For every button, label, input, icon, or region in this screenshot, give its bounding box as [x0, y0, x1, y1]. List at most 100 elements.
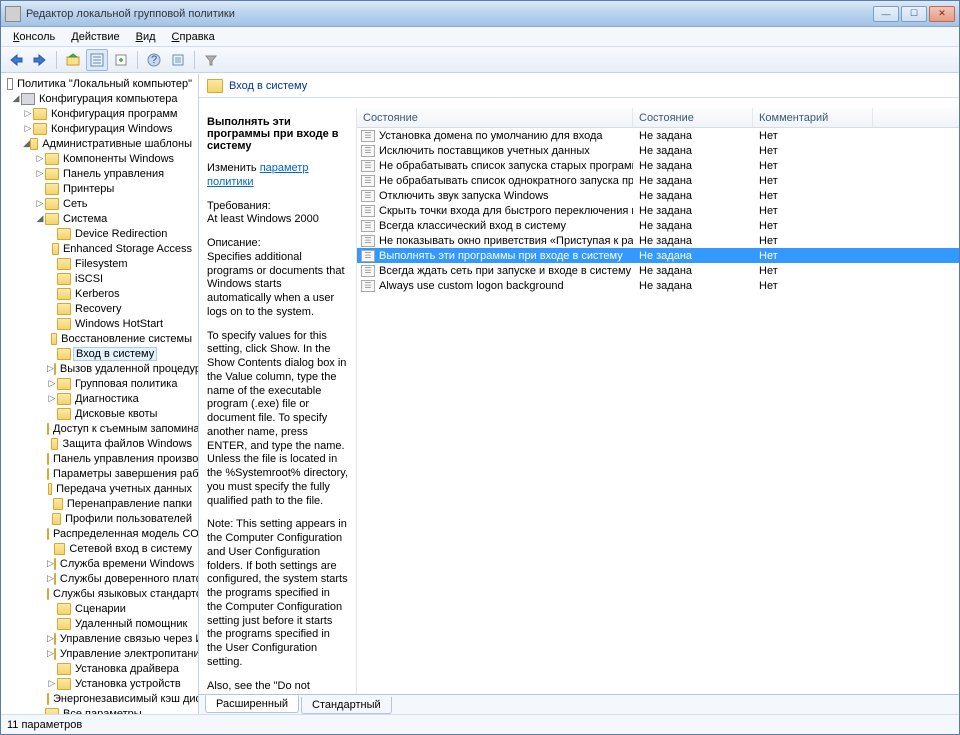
tree-item[interactable]: Установка драйвера — [1, 661, 198, 676]
list-row[interactable]: ☰Не обрабатывать список однократного зап… — [357, 173, 959, 188]
settings-list[interactable]: Состояние Состояние Комментарий ☰Установ… — [357, 108, 959, 694]
list-row[interactable]: ☰Не показывать окно приветствия «Приступ… — [357, 233, 959, 248]
tree-item[interactable]: ▷Служба времени Windows — [1, 556, 198, 571]
setting-icon: ☰ — [361, 220, 375, 232]
tree-item[interactable]: ▷Сеть — [1, 196, 198, 211]
folder-icon — [52, 243, 59, 255]
tab-extended[interactable]: Расширенный — [205, 695, 299, 713]
tree-item[interactable]: Windows HotStart — [1, 316, 198, 331]
tree-admin-templates[interactable]: ◢Административные шаблоны — [1, 136, 198, 151]
tree-item[interactable]: ▷Конфигурация программ — [1, 106, 198, 121]
tree-item[interactable]: Панель управления производительностью — [1, 451, 198, 466]
tree-item[interactable]: Kerberos — [1, 286, 198, 301]
back-button[interactable] — [5, 49, 27, 71]
folder-icon — [47, 423, 49, 435]
tree-item[interactable]: Filesystem — [1, 256, 198, 271]
setting-icon: ☰ — [361, 250, 375, 262]
folder-icon — [45, 213, 59, 225]
folder-icon — [45, 153, 59, 165]
tree-item[interactable]: Recovery — [1, 301, 198, 316]
tree-item[interactable]: ▷Панель управления — [1, 166, 198, 181]
setting-icon: ☰ — [361, 145, 375, 157]
tree-item[interactable]: ▷Диагностика — [1, 391, 198, 406]
export-button[interactable] — [110, 49, 132, 71]
detail-title: Выполнять эти программы при входе в сист… — [207, 116, 348, 152]
folder-icon — [54, 573, 56, 585]
folder-icon — [47, 588, 49, 600]
list-row[interactable]: ☰Скрыть точки входа для быстрого переклю… — [357, 203, 959, 218]
tree-item[interactable]: Параметры завершения работы — [1, 466, 198, 481]
tree-item[interactable]: Доступ к съемным запоминающим — [1, 421, 198, 436]
breadcrumb: Вход в систему — [199, 74, 959, 98]
list-row[interactable]: ☰Всегда классический вход в системуНе за… — [357, 218, 959, 233]
filter-button[interactable] — [200, 49, 222, 71]
folder-icon — [47, 693, 49, 705]
app-icon — [5, 6, 21, 22]
folder-icon — [57, 318, 71, 330]
tree-item[interactable]: ▷Установка устройств — [1, 676, 198, 691]
folder-icon — [54, 363, 56, 375]
minimize-button[interactable]: — — [873, 6, 899, 22]
tree-item[interactable]: ▷Службы доверенного платформенного — [1, 571, 198, 586]
help-button[interactable]: ? — [143, 49, 165, 71]
tree-item[interactable]: ▷Групповая политика — [1, 376, 198, 391]
tree-item[interactable]: Сетевой вход в систему — [1, 541, 198, 556]
tree-item[interactable]: Device Redirection — [1, 226, 198, 241]
tree-item[interactable]: Энергонезависимый кэш диска — [1, 691, 198, 706]
tree-item[interactable]: ▷Управление связью через Интернет — [1, 631, 198, 646]
tree-item[interactable]: Защита файлов Windows — [1, 436, 198, 451]
properties-button[interactable] — [86, 49, 108, 71]
list-row[interactable]: ☰Не обрабатывать список запуска старых п… — [357, 158, 959, 173]
folder-icon — [54, 543, 65, 555]
tree-item[interactable]: ▷Конфигурация Windows — [1, 121, 198, 136]
tree-item[interactable]: ▷Управление электропитанием — [1, 646, 198, 661]
refresh-button[interactable] — [167, 49, 189, 71]
list-row[interactable]: ☰Выполнять эти программы при входе в сис… — [357, 248, 959, 263]
menu-action[interactable]: Действие — [63, 29, 127, 45]
tree-system[interactable]: ◢Система — [1, 211, 198, 226]
tree-item[interactable]: ▷Компоненты Windows — [1, 151, 198, 166]
tree-item[interactable]: Сценарии — [1, 601, 198, 616]
maximize-button[interactable]: ☐ — [901, 6, 927, 22]
menu-console[interactable]: Консоль — [5, 29, 63, 45]
tree-item[interactable]: Восстановление системы — [1, 331, 198, 346]
tree-item[interactable]: Все параметры — [1, 706, 198, 714]
list-row[interactable]: ☰Установка домена по умолчанию для входа… — [357, 128, 959, 143]
tree-item[interactable]: Принтеры — [1, 181, 198, 196]
toolbar-separator — [194, 51, 195, 69]
tree-root[interactable]: Политика "Локальный компьютер" — [1, 76, 198, 91]
up-button[interactable] — [62, 49, 84, 71]
menu-help[interactable]: Справка — [164, 29, 223, 45]
list-row[interactable]: ☰Всегда ждать сеть при запуске и входе в… — [357, 263, 959, 278]
folder-icon — [57, 303, 71, 315]
forward-button[interactable] — [29, 49, 51, 71]
tree-item[interactable]: Службы языковых стандартов — [1, 586, 198, 601]
tree-computer-cfg[interactable]: ◢Конфигурация компьютера — [1, 91, 198, 106]
tree-item[interactable]: Профили пользователей — [1, 511, 198, 526]
tab-standard[interactable]: Стандартный — [301, 697, 392, 714]
menu-view[interactable]: Вид — [128, 29, 164, 45]
tree-item[interactable]: Enhanced Storage Access — [1, 241, 198, 256]
list-row[interactable]: ☰Always use custom logon backgroundНе за… — [357, 278, 959, 293]
setting-icon: ☰ — [361, 235, 375, 247]
list-row[interactable]: ☰Отключить звук запуска WindowsНе задана… — [357, 188, 959, 203]
tree-item[interactable]: ▷Вызов удаленной процедуры — [1, 361, 198, 376]
close-button[interactable]: ✕ — [929, 6, 955, 22]
tree-item[interactable]: iSCSI — [1, 271, 198, 286]
description-3: Note: This setting appears in the Comput… — [207, 518, 348, 669]
description-4: Also, see the "Do not process the legacy… — [207, 680, 348, 695]
col-state[interactable]: Состояние — [633, 108, 753, 127]
toolbar-separator — [137, 51, 138, 69]
tree-item[interactable]: Распределенная модель COM — [1, 526, 198, 541]
tree-item[interactable]: Перенаправление папки — [1, 496, 198, 511]
folder-icon — [57, 378, 71, 390]
tree-panel[interactable]: Политика "Локальный компьютер" ◢Конфигур… — [1, 74, 199, 714]
list-row[interactable]: ☰Исключить поставщиков учетных данныхНе … — [357, 143, 959, 158]
menu-bar: Консоль Действие Вид Справка — [1, 27, 959, 47]
tree-item[interactable]: Дисковые квоты — [1, 406, 198, 421]
col-name[interactable]: Состояние — [357, 108, 633, 127]
tree-item[interactable]: Вход в систему — [1, 346, 198, 361]
tree-item[interactable]: Передача учетных данных — [1, 481, 198, 496]
col-comment[interactable]: Комментарий — [753, 108, 873, 127]
tree-item[interactable]: Удаленный помощник — [1, 616, 198, 631]
